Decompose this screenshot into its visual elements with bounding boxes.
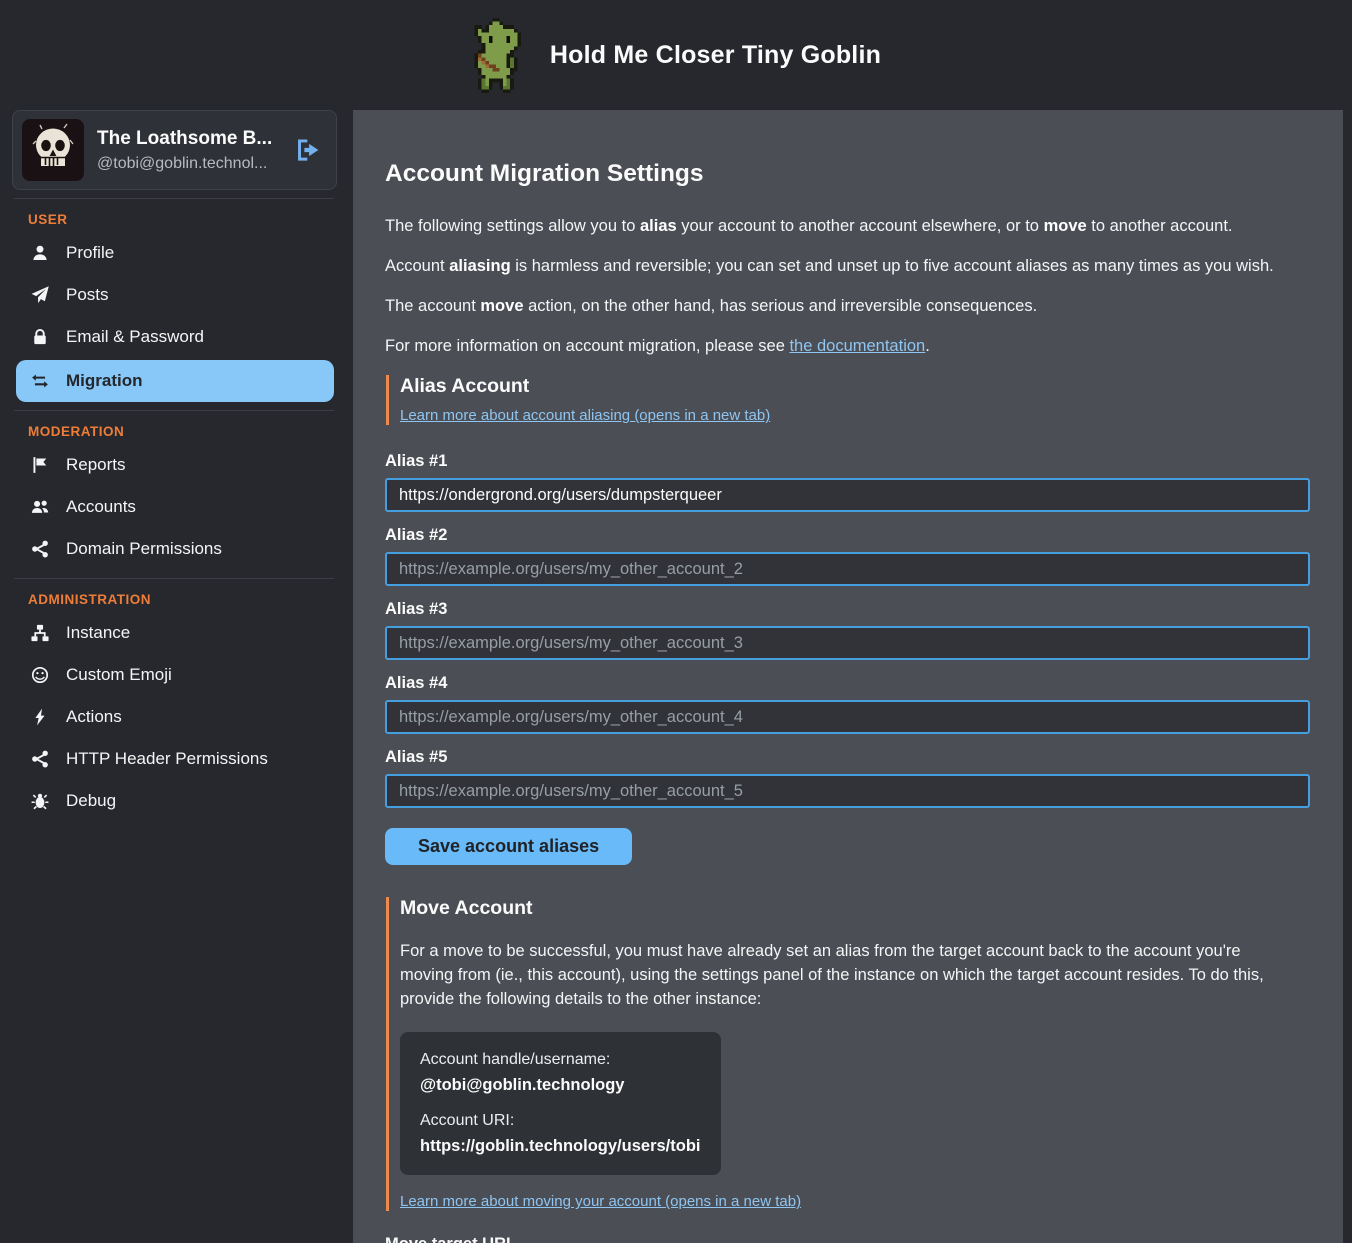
move-target-field: Move target URI bbox=[385, 1235, 1310, 1243]
bug-icon bbox=[30, 791, 50, 811]
alias-2-input[interactable] bbox=[385, 552, 1310, 586]
alias-4-label: Alias #4 bbox=[385, 674, 1310, 693]
sidebar-item-posts[interactable]: Posts bbox=[0, 274, 353, 316]
user-display-name: The Loathsome B... bbox=[97, 128, 288, 150]
alias-5-input[interactable] bbox=[385, 774, 1310, 808]
sign-out-icon[interactable] bbox=[294, 137, 320, 163]
intro-paragraph-4: For more information on account migratio… bbox=[385, 335, 1310, 358]
divider bbox=[14, 578, 334, 579]
page-title: Account Migration Settings bbox=[385, 160, 1310, 188]
bolt-icon bbox=[30, 707, 50, 727]
sidebar-item-http-header-permissions[interactable]: HTTP Header Permissions bbox=[0, 738, 353, 780]
sidebar-item-label: Instance bbox=[66, 623, 130, 643]
sidebar-item-domain-permissions[interactable]: Domain Permissions bbox=[0, 528, 353, 570]
sidebar: The Loathsome B... @tobi@goblin.technol.… bbox=[0, 110, 353, 1243]
alias-5-label: Alias #5 bbox=[385, 748, 1310, 767]
sidebar-item-label: Debug bbox=[66, 791, 116, 811]
sidebar-item-label: Profile bbox=[66, 243, 114, 263]
main-panel: Account Migration Settings The following… bbox=[353, 110, 1343, 1243]
user-handle: @tobi@goblin.technol... bbox=[97, 155, 288, 173]
account-handle-value: @tobi@goblin.technology bbox=[420, 1076, 701, 1095]
move-details-box: Account handle/username: @tobi@goblin.te… bbox=[400, 1032, 721, 1175]
sidebar-section-administration: ADMINISTRATION bbox=[28, 592, 353, 607]
move-docs-link[interactable]: Learn more about moving your account (op… bbox=[400, 1193, 801, 1210]
sidebar-item-label: Domain Permissions bbox=[66, 539, 222, 559]
layout: The Loathsome B... @tobi@goblin.technol.… bbox=[0, 110, 1352, 1243]
alias-3-label: Alias #3 bbox=[385, 600, 1310, 619]
divider bbox=[14, 198, 334, 199]
sidebar-item-profile[interactable]: Profile bbox=[0, 232, 353, 274]
move-target-label: Move target URI bbox=[385, 1235, 1310, 1243]
user-card[interactable]: The Loathsome B... @tobi@goblin.technol.… bbox=[12, 110, 337, 190]
sitemap-icon bbox=[30, 623, 50, 643]
alias-field-4: Alias #4 bbox=[385, 674, 1310, 734]
lock-icon bbox=[30, 327, 50, 347]
sidebar-section-user: USER bbox=[28, 212, 353, 227]
alias-2-label: Alias #2 bbox=[385, 526, 1310, 545]
alias-field-5: Alias #5 bbox=[385, 748, 1310, 808]
save-account-aliases-button[interactable]: Save account aliases bbox=[385, 828, 632, 865]
sidebar-item-label: HTTP Header Permissions bbox=[66, 749, 268, 769]
move-account-section: Move Account For a move to be successful… bbox=[386, 897, 1310, 1211]
avatar bbox=[22, 119, 84, 181]
sidebar-item-reports[interactable]: Reports bbox=[0, 444, 353, 486]
account-handle-label: Account handle/username: bbox=[420, 1051, 701, 1069]
alias-3-input[interactable] bbox=[385, 626, 1310, 660]
sidebar-item-migration[interactable]: Migration bbox=[16, 360, 334, 402]
share-nodes-icon bbox=[30, 539, 50, 559]
alias-4-input[interactable] bbox=[385, 700, 1310, 734]
move-account-description: For a move to be successful, you must ha… bbox=[400, 940, 1285, 1012]
sidebar-section-moderation: MODERATION bbox=[28, 424, 353, 439]
user-meta: The Loathsome B... @tobi@goblin.technol.… bbox=[97, 128, 288, 173]
sidebar-item-actions[interactable]: Actions bbox=[0, 696, 353, 738]
sidebar-item-accounts[interactable]: Accounts bbox=[0, 486, 353, 528]
user-icon bbox=[30, 243, 50, 263]
intro-paragraph-3: The account move action, on the other ha… bbox=[385, 295, 1310, 318]
sidebar-item-debug[interactable]: Debug bbox=[0, 780, 353, 822]
alias-field-3: Alias #3 bbox=[385, 600, 1310, 660]
app-header: Hold Me Closer Tiny Goblin bbox=[0, 0, 1352, 110]
divider bbox=[14, 410, 334, 411]
users-icon bbox=[30, 497, 50, 517]
alias-field-1: Alias #1 bbox=[385, 452, 1310, 512]
goblin-logo-icon bbox=[471, 18, 528, 93]
intro-paragraph-2: Account aliasing is harmless and reversi… bbox=[385, 255, 1310, 278]
sidebar-item-label: Posts bbox=[66, 285, 109, 305]
alias-account-heading: Alias Account bbox=[400, 375, 1310, 398]
sidebar-item-label: Reports bbox=[66, 455, 126, 475]
sidebar-item-instance[interactable]: Instance bbox=[0, 612, 353, 654]
alias-docs-link[interactable]: Learn more about account aliasing (opens… bbox=[400, 407, 770, 424]
sidebar-item-label: Custom Emoji bbox=[66, 665, 172, 685]
app-title: Hold Me Closer Tiny Goblin bbox=[550, 41, 881, 70]
alias-1-label: Alias #1 bbox=[385, 452, 1310, 471]
alias-field-2: Alias #2 bbox=[385, 526, 1310, 586]
share-nodes-icon bbox=[30, 749, 50, 769]
sidebar-item-label: Actions bbox=[66, 707, 122, 727]
sidebar-item-label: Accounts bbox=[66, 497, 136, 517]
sidebar-item-email-password[interactable]: Email & Password bbox=[0, 316, 353, 358]
account-uri-value: https://goblin.technology/users/tobi bbox=[420, 1137, 701, 1156]
move-account-heading: Move Account bbox=[400, 897, 1310, 920]
alias-account-section: Alias Account Learn more about account a… bbox=[386, 375, 1310, 425]
flag-icon bbox=[30, 455, 50, 475]
documentation-link[interactable]: the documentation bbox=[789, 337, 925, 355]
account-uri-label: Account URI: bbox=[420, 1112, 701, 1130]
alias-1-input[interactable] bbox=[385, 478, 1310, 512]
paper-plane-icon bbox=[30, 285, 50, 305]
exchange-icon bbox=[30, 371, 50, 391]
smile-icon bbox=[30, 665, 50, 685]
sidebar-item-label: Email & Password bbox=[66, 327, 204, 347]
intro-paragraph-1: The following settings allow you to alia… bbox=[385, 215, 1310, 238]
sidebar-item-label: Migration bbox=[66, 371, 143, 391]
sidebar-item-custom-emoji[interactable]: Custom Emoji bbox=[0, 654, 353, 696]
